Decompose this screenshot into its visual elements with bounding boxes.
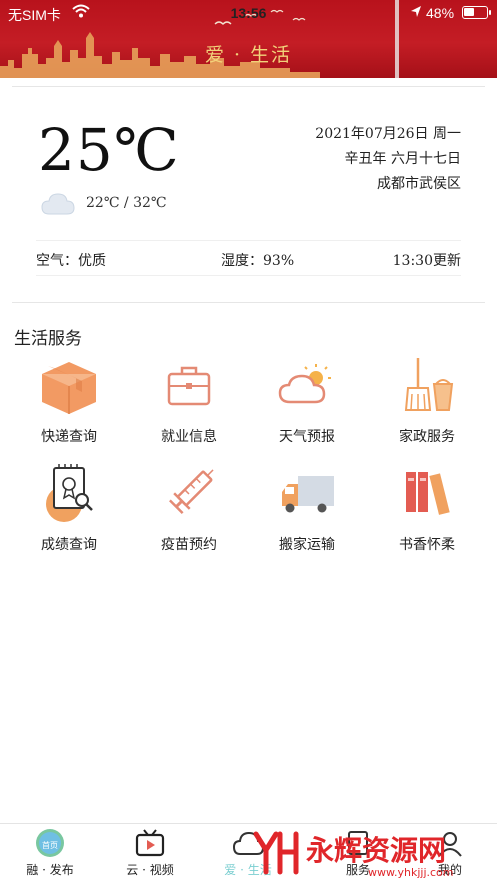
tab-video[interactable]: 云 · 视频 — [110, 828, 190, 878]
lunar-date-text: 辛丑年 六月十七日 — [344, 151, 461, 167]
cloud-icon — [41, 193, 75, 215]
temperature-range: 22℃ / 32℃ — [86, 195, 167, 211]
tab-label: 融 · 发布 — [26, 863, 74, 877]
home-badge-text: 首页 — [42, 841, 58, 850]
air-quality: 空气：优质 — [36, 253, 106, 269]
weather-icon — [278, 364, 331, 404]
tv-play-icon — [135, 829, 165, 857]
divider — [12, 86, 485, 87]
service-housekeeping[interactable]: 家政服务 — [372, 354, 482, 446]
briefcase-icon — [167, 366, 211, 406]
service-weather-forecast[interactable]: 天气预报 — [252, 354, 362, 446]
service-label: 天气预报 — [279, 429, 335, 445]
tab-label: 云 · 视频 — [126, 863, 174, 877]
truck-icon — [282, 476, 334, 513]
humidity: 湿度：93% — [221, 253, 295, 269]
watermark-text: 永辉资源网 — [306, 834, 446, 867]
service-label: 就业信息 — [161, 429, 217, 445]
certificate-search-icon — [46, 464, 93, 522]
header-title: 爱 · 生活 — [204, 44, 293, 66]
service-label: 搬家运输 — [279, 537, 335, 553]
update-time: 13:30更新 — [392, 253, 461, 269]
battery-percent: 48% — [426, 5, 455, 21]
broom-bucket-icon — [404, 358, 454, 411]
books-icon — [406, 472, 450, 515]
location-arrow-icon — [411, 6, 421, 17]
syringe-icon — [169, 469, 214, 514]
service-label: 成绩查询 — [41, 537, 97, 553]
service-label: 疫苗预约 — [161, 537, 217, 553]
section-title: 生活服务 — [14, 329, 82, 349]
service-scholarly-huairou[interactable]: 书香怀柔 — [372, 462, 482, 554]
watermark-url: www.yhkjjj.com — [368, 866, 454, 879]
divider — [36, 240, 461, 241]
location-text: 成都市武侯区 — [377, 176, 461, 192]
divider — [36, 275, 461, 276]
status-bar: 无SIM卡 13:56 48% — [0, 0, 497, 26]
watermark-logo: 永辉资源网 www.yhkjjj.com — [253, 831, 454, 879]
tab-publish[interactable]: 首页 融 · 发布 — [10, 828, 90, 878]
divider — [12, 302, 485, 303]
package-icon — [42, 362, 96, 414]
service-label: 快递查询 — [41, 429, 97, 445]
date-text: 2021年07月26日 周一 — [315, 126, 461, 142]
service-vaccine-appointment[interactable]: 疫苗预约 — [134, 462, 244, 554]
service-job-info[interactable]: 就业信息 — [134, 354, 244, 446]
service-label: 家政服务 — [399, 429, 455, 445]
service-express-query[interactable]: 快递查询 — [14, 354, 124, 446]
service-score-query[interactable]: 成绩查询 — [14, 462, 124, 554]
service-label: 书香怀柔 — [399, 537, 455, 553]
weather-info-row: 空气：优质 湿度：93% 13:30更新 — [36, 250, 461, 270]
status-time: 13:56 — [230, 5, 267, 21]
service-moving-transport[interactable]: 搬家运输 — [252, 462, 362, 554]
date-location-block: 2021年07月26日 周一 辛丑年 六月十七日 成都市武侯区 — [315, 122, 461, 197]
current-temperature: 25℃ — [38, 116, 180, 184]
battery-icon — [462, 6, 491, 19]
